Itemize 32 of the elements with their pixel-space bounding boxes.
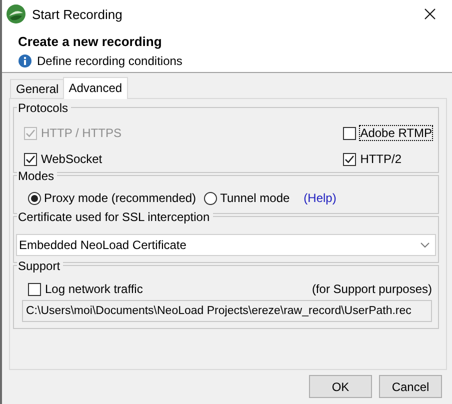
group-title: Support bbox=[17, 259, 64, 273]
checkbox-label: Adobe RTMP bbox=[360, 126, 432, 140]
dialog-button[interactable]: OK bbox=[309, 375, 372, 398]
group-title: Protocols bbox=[17, 101, 72, 115]
radio-button[interactable] bbox=[204, 192, 218, 204]
header-title: Create a new recording bbox=[18, 34, 162, 49]
checkbox-label: Log network traffic bbox=[45, 282, 143, 296]
info-text: Define recording conditions bbox=[37, 54, 182, 68]
checkbox[interactable] bbox=[343, 152, 356, 166]
support-note: (for Support purposes) bbox=[312, 282, 432, 296]
checkbox-label: WebSocket bbox=[41, 152, 102, 166]
app-logo-icon bbox=[6, 4, 26, 24]
checkbox[interactable] bbox=[343, 126, 356, 140]
radio-label: Tunnel mode bbox=[220, 191, 290, 205]
certificate-dropdown[interactable]: Embedded NeoLoad Certificate bbox=[16, 234, 436, 256]
path-field[interactable]: C:\Users\moi\Documents\NeoLoad Projects\ereze\raw_record\UserPath.rec bbox=[22, 300, 432, 322]
dialog-button[interactable]: Cancel bbox=[379, 375, 442, 398]
checkbox-label: HTTP/2 bbox=[360, 152, 402, 166]
group-title: Certificate used for SSL interception bbox=[17, 210, 213, 224]
help-link[interactable]: (Help) bbox=[304, 191, 336, 205]
radio-button[interactable] bbox=[28, 192, 41, 204]
info-icon bbox=[18, 54, 32, 68]
group-title: Modes bbox=[17, 169, 58, 183]
checkbox-label: HTTP / HTTPS bbox=[41, 126, 122, 140]
checkbox[interactable] bbox=[24, 152, 37, 166]
radio-label: Proxy mode (recommended) bbox=[44, 191, 196, 205]
window-title: Start Recording bbox=[32, 6, 124, 22]
chevron-down-icon bbox=[420, 242, 430, 248]
tab[interactable]: Advanced bbox=[62, 77, 128, 99]
close-icon bbox=[424, 8, 436, 20]
checkbox[interactable] bbox=[28, 282, 41, 296]
tab[interactable]: General bbox=[10, 79, 64, 98]
